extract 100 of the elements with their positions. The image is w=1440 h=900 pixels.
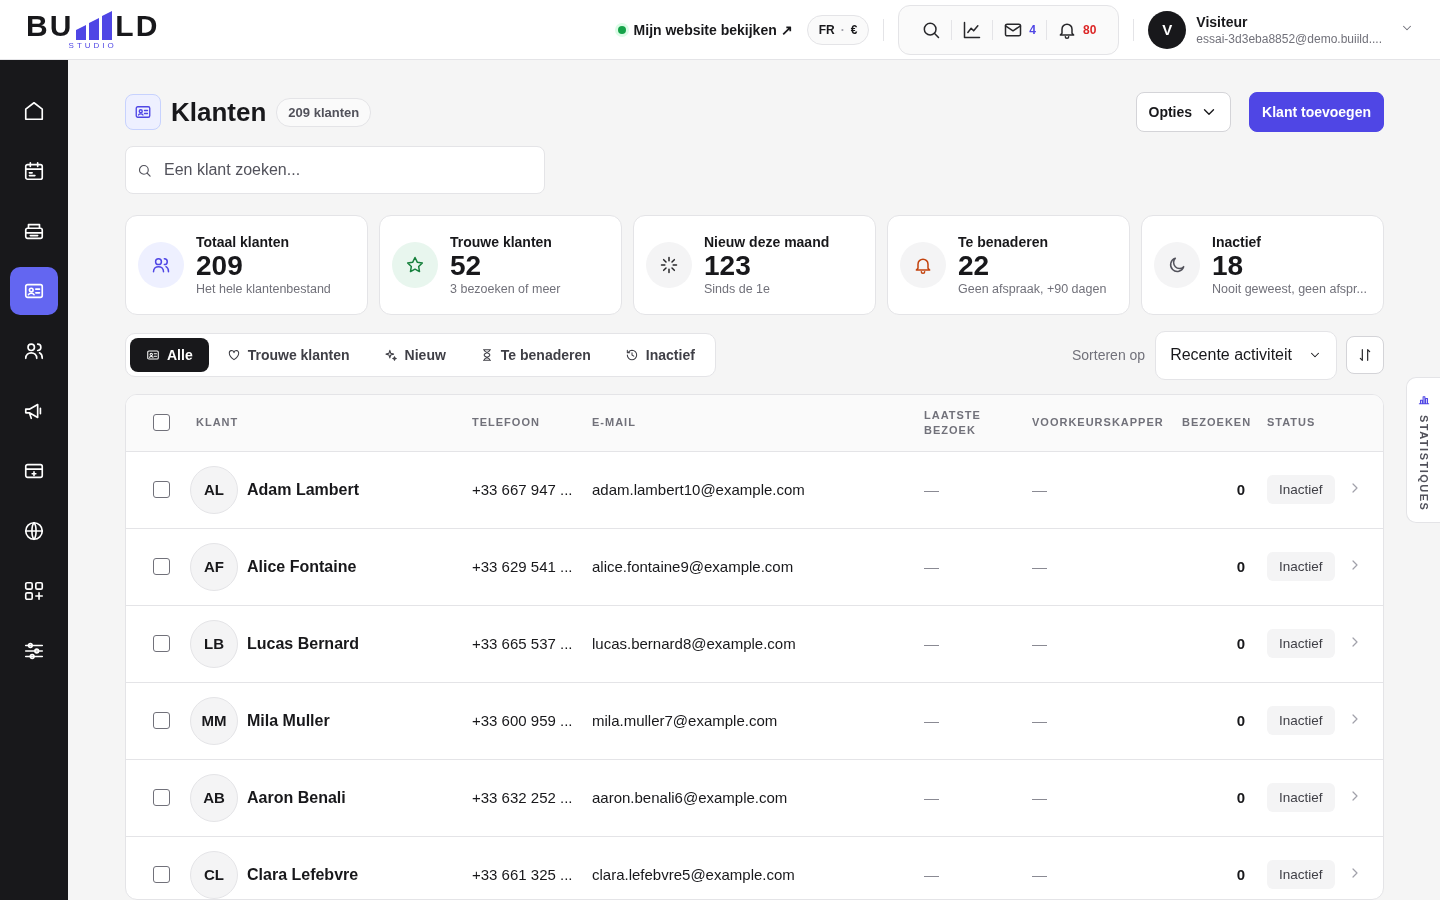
email-cell-text: mila.muller7@example.com bbox=[592, 712, 779, 730]
stat-note: 3 bezoeken of meer bbox=[450, 281, 561, 296]
checkbox[interactable] bbox=[153, 789, 170, 807]
loader-icon bbox=[659, 254, 679, 275]
checkbox[interactable] bbox=[153, 558, 170, 576]
page-title: Klanten bbox=[171, 96, 267, 128]
stat-label: Te benaderen bbox=[958, 233, 1049, 250]
stat-note: Het hele klantenbestand bbox=[196, 281, 331, 296]
visits-cell-text: 0 bbox=[1235, 712, 1246, 730]
filter-tab[interactable]: Inactief bbox=[608, 338, 711, 373]
globe-icon bbox=[23, 520, 45, 542]
sort-dropdown[interactable]: Recente activiteit bbox=[1155, 330, 1337, 380]
add-client-button[interactable]: Klant toevoegen bbox=[1249, 92, 1384, 132]
initials-avatar: AB bbox=[190, 773, 238, 822]
phone-cell-text: +33 629 541 ... bbox=[472, 558, 574, 576]
sparkle-icon bbox=[383, 348, 398, 363]
checkbox[interactable] bbox=[153, 866, 170, 884]
phone-cell-text: +33 665 537 ... bbox=[472, 635, 574, 653]
initials-avatar: AF bbox=[190, 542, 238, 591]
email-cell-text: adam.lambert10@example.com bbox=[592, 481, 806, 499]
status-tag: Inactief bbox=[1267, 552, 1335, 582]
stat-value: 123 bbox=[704, 249, 752, 282]
users-icon bbox=[23, 340, 45, 362]
stat-value: 52 bbox=[450, 249, 483, 282]
stat-note: Sinds de 1e bbox=[704, 281, 772, 296]
history-icon bbox=[624, 348, 639, 363]
star-icon bbox=[405, 254, 425, 275]
status-tag: Inactief bbox=[1267, 860, 1335, 890]
options-button[interactable]: Opties bbox=[1135, 92, 1232, 132]
statistics-tab[interactable]: STATISTIQUES bbox=[1406, 377, 1440, 523]
client-name[interactable]: Mila Muller bbox=[247, 711, 330, 730]
email-cell-text: lucas.bernard8@example.com bbox=[592, 635, 797, 653]
client-name[interactable]: Clara Lefebvre bbox=[247, 865, 359, 884]
sort-icon bbox=[1357, 347, 1373, 364]
stat-value: 18 bbox=[1212, 249, 1245, 282]
column-header: VOORKEURSKAPPER bbox=[1032, 415, 1165, 431]
last-visit-cell: — bbox=[924, 788, 939, 806]
stylist-cell: — bbox=[1032, 634, 1047, 652]
last-visit-cell: — bbox=[924, 480, 939, 498]
checkbox[interactable] bbox=[153, 481, 170, 499]
visits-cell-text: 0 bbox=[1235, 866, 1246, 884]
stylist-cell: — bbox=[1032, 865, 1047, 883]
stat-label: Trouwe klanten bbox=[450, 233, 553, 250]
last-visit-cell: — bbox=[924, 634, 939, 652]
filter-tab[interactable]: Nieuw bbox=[367, 338, 462, 373]
phone-cell-text: +33 661 325 ... bbox=[472, 866, 574, 884]
locale-selector[interactable]: FR · € bbox=[806, 14, 870, 45]
last-visit-cell: — bbox=[924, 711, 939, 729]
checkbox[interactable] bbox=[153, 635, 170, 653]
visits-cell-text: 0 bbox=[1235, 635, 1246, 653]
column-header: LAATSTE BEZOEK bbox=[924, 407, 982, 438]
user-avatar[interactable]: V bbox=[1148, 10, 1187, 49]
user-email: essai-3d3eba8852@demo.buiild.... bbox=[1196, 31, 1382, 46]
website-link[interactable]: Mijn website bekijken ↗ bbox=[633, 21, 793, 38]
stylist-cell: — bbox=[1032, 711, 1047, 729]
stat-note: Geen afspraak, +90 dagen bbox=[958, 281, 1107, 296]
checkbox[interactable] bbox=[153, 414, 170, 432]
initials-avatar: CL bbox=[190, 850, 238, 899]
filter-tab[interactable]: Alle bbox=[130, 338, 209, 373]
phone-cell-text: +33 632 252 ... bbox=[472, 789, 574, 807]
initials-avatar: LB bbox=[190, 619, 238, 668]
status-tag: Inactief bbox=[1267, 629, 1335, 659]
stylist-cell: — bbox=[1032, 788, 1047, 806]
stat-label: Inactief bbox=[1212, 233, 1262, 250]
sort-label: Sorteren op bbox=[1072, 347, 1146, 364]
client-name[interactable]: Adam Lambert bbox=[247, 480, 360, 499]
heart-icon bbox=[226, 348, 241, 363]
search-icon bbox=[137, 163, 152, 178]
last-visit-cell: — bbox=[924, 557, 939, 575]
client-name[interactable]: Lucas Bernard bbox=[247, 634, 360, 653]
visits-cell-text: 0 bbox=[1235, 481, 1246, 499]
sidebar-item[interactable] bbox=[10, 267, 58, 315]
visits-cell-text: 0 bbox=[1235, 789, 1246, 807]
column-header: TELEFOON bbox=[472, 415, 541, 431]
column-header: KLANT bbox=[196, 415, 240, 431]
status-tag: Inactief bbox=[1267, 475, 1335, 505]
column-header: STATUS bbox=[1267, 415, 1317, 431]
notification-button[interactable]: 80 bbox=[1047, 19, 1107, 40]
chart-icon bbox=[962, 19, 983, 40]
filter-tab[interactable]: Trouwe klanten bbox=[210, 338, 366, 373]
email-cell-text: alice.fontaine9@example.com bbox=[592, 558, 795, 576]
client-name[interactable]: Aaron Benali bbox=[247, 788, 346, 807]
bars-logo-icon bbox=[75, 9, 114, 40]
stylist-cell: — bbox=[1032, 480, 1047, 498]
sliders-icon bbox=[23, 640, 45, 662]
filter-tab[interactable]: Te benaderen bbox=[463, 338, 607, 373]
mail-button[interactable]: 4 bbox=[993, 19, 1046, 40]
search-field[interactable]: Een klant zoeken... bbox=[125, 146, 545, 194]
status-tag: Inactief bbox=[1267, 706, 1335, 736]
logo-text: LD bbox=[115, 11, 160, 40]
checkbox[interactable] bbox=[153, 712, 170, 730]
stat-value: 209 bbox=[196, 249, 244, 282]
home-icon bbox=[23, 100, 45, 122]
email-cell-text: clara.lefebvre5@example.com bbox=[592, 866, 796, 884]
client-name[interactable]: Alice Fontaine bbox=[247, 557, 357, 576]
status-dot bbox=[617, 25, 626, 34]
apps-icon bbox=[23, 580, 45, 602]
count-badge: 209 klanten bbox=[276, 97, 372, 127]
stat-note: Nooit geweest, geen afspr... bbox=[1212, 281, 1367, 296]
logo-text: BU bbox=[26, 11, 74, 40]
